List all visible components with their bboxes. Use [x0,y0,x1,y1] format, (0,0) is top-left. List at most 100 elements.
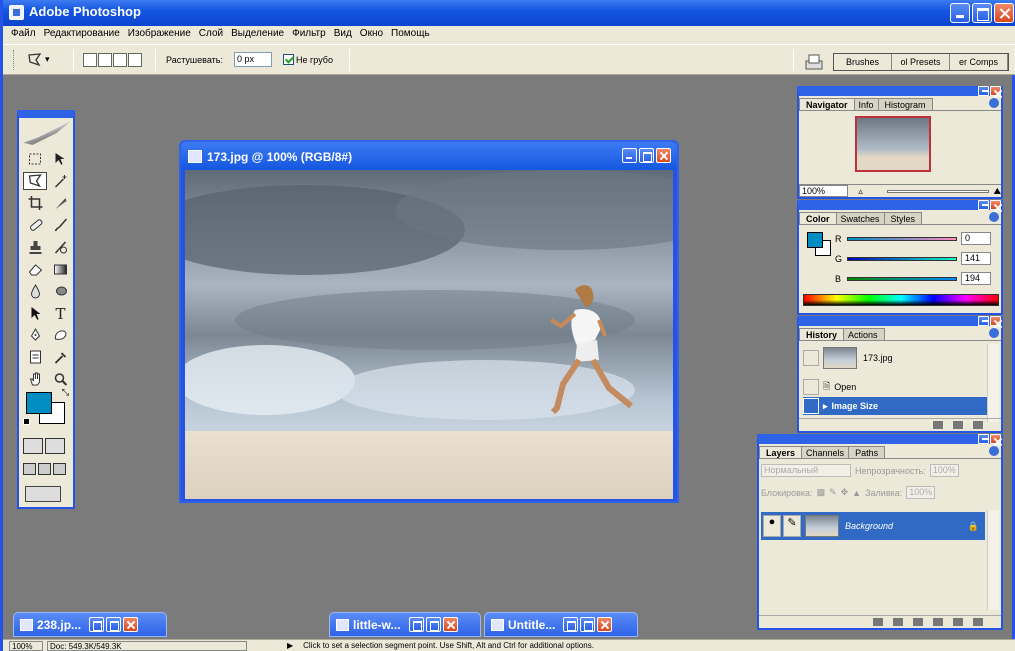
dodge-tool[interactable] [48,282,72,300]
menu-image[interactable]: Изображение [124,28,195,44]
color-spectrum-ramp[interactable] [803,294,999,306]
history-source-box[interactable] [803,398,819,414]
subtract-selection-button[interactable] [113,53,127,67]
document-title-bar[interactable]: 173.jpg @ 100% (RGB/8#) [181,142,677,170]
minimize-button[interactable] [950,3,970,23]
new-document-from-state-icon[interactable] [933,421,943,429]
maximize-button[interactable] [106,617,122,632]
lasso-tool[interactable] [23,172,47,190]
blue-slider[interactable] [847,276,957,281]
opacity-field[interactable]: 100% [929,464,959,477]
type-tool[interactable]: T [48,304,72,322]
color-panel-foreground[interactable] [807,232,823,248]
tab-actions[interactable]: Actions [841,328,885,340]
blur-tool[interactable] [23,282,47,300]
eraser-tool[interactable] [23,260,47,278]
status-menu-arrow-icon[interactable]: ▶ [287,641,293,650]
menu-window[interactable]: Окно [356,28,387,44]
tab-info[interactable]: Info [851,98,881,110]
maximize-button[interactable] [972,3,992,23]
minimized-doc-1[interactable]: 238.jp... [13,612,167,637]
menu-help[interactable]: Помощь [387,28,434,44]
history-scrollbar[interactable] [987,344,999,422]
history-item-image-size[interactable]: ▸ Image Size [803,397,991,415]
magic-wand-tool[interactable] [48,172,72,190]
fill-field[interactable]: 100% [906,486,936,499]
green-slider[interactable] [847,256,957,261]
history-snapshot[interactable]: 173.jpg [803,344,991,372]
full-screen-button[interactable] [53,463,66,475]
red-slider[interactable] [847,236,957,241]
lock-move-icon[interactable]: ✥ [841,487,849,498]
close-button[interactable] [123,617,139,632]
status-doc-size[interactable]: Doc: 549.3K/549.3K [47,640,247,651]
menu-select[interactable]: Выделение [227,28,288,44]
gradient-tool[interactable] [48,260,72,278]
default-colors-icon[interactable] [23,418,30,425]
blend-mode-select[interactable]: Нормальный [761,464,851,477]
maximize-button[interactable] [580,617,596,632]
marquee-tool[interactable] [23,150,47,168]
healing-brush-tool[interactable] [23,216,47,234]
history-menu-icon[interactable] [989,328,999,338]
navigator-zoom-slider[interactable] [886,189,990,193]
minimized-doc-3[interactable]: Untitle... [484,612,638,637]
layers-minimize-button[interactable] [978,434,989,444]
clone-stamp-tool[interactable] [23,238,47,256]
tab-channels[interactable]: Channels [799,446,852,458]
hand-tool[interactable] [23,370,47,388]
menu-edit[interactable]: Редактирование [40,28,124,44]
history-item-open[interactable]: 🗎 Open [803,378,991,396]
history-brush-tool[interactable] [48,238,72,256]
intersect-selection-button[interactable] [128,53,142,67]
layer-style-icon[interactable] [893,618,903,626]
tab-histogram[interactable]: Histogram [877,98,933,110]
shape-tool[interactable] [48,326,72,344]
doc-maximize-button[interactable] [639,148,654,163]
history-minimize-button[interactable] [978,316,989,326]
tab-color[interactable]: Color [799,212,837,224]
trash-icon[interactable] [973,421,983,429]
swap-colors-icon[interactable]: ⤡ [62,388,69,398]
menu-view[interactable]: Вид [330,28,356,44]
menu-file[interactable]: Файл [7,28,40,44]
adjustment-layer-icon[interactable] [933,618,943,626]
pen-tool[interactable] [23,326,47,344]
red-value[interactable]: 0 [961,232,991,245]
antialias-checkbox[interactable] [283,54,294,65]
layers-scrollbar[interactable] [987,510,999,610]
color-close-button[interactable] [990,200,1001,210]
palette-well-icon[interactable] [803,53,825,71]
standard-mode-button[interactable] [23,438,43,454]
well-tab-brushes[interactable]: Brushes [834,54,892,70]
navigator-close-button[interactable] [990,86,1001,96]
path-selection-tool[interactable] [23,304,47,322]
delete-layer-icon[interactable] [973,618,983,626]
well-tab-tool-presets[interactable]: ol Presets [892,54,950,70]
feather-input[interactable]: 0 px [234,52,272,67]
layers-close-button[interactable] [990,434,1001,444]
link-layers-icon[interactable] [873,618,883,626]
jump-to-imageready-button[interactable] [25,486,61,502]
quick-mask-button[interactable] [45,438,65,454]
minimized-doc-2[interactable]: little-w... [329,612,481,637]
zoom-tool[interactable] [48,370,72,388]
restore-button[interactable] [408,617,424,632]
maximize-button[interactable] [425,617,441,632]
navigator-thumbnail[interactable] [855,116,931,172]
tab-paths[interactable]: Paths [848,446,886,458]
snapshot-source-icon[interactable] [803,350,819,366]
navigator-menu-icon[interactable] [989,98,999,108]
move-tool[interactable] [48,150,72,168]
navigator-minimize-button[interactable] [978,86,989,96]
tab-swatches[interactable]: Swatches [833,212,887,224]
color-minimize-button[interactable] [978,200,989,210]
tab-layers[interactable]: Layers [759,446,803,458]
close-button[interactable] [597,617,613,632]
status-zoom[interactable]: 100% [9,640,43,651]
eyedropper-tool[interactable] [48,348,72,366]
layer-row-background[interactable]: ● ✎ Background 🔒 [761,512,985,540]
new-layer-icon[interactable] [953,618,963,626]
close-button[interactable] [442,617,458,632]
color-menu-icon[interactable] [989,212,999,222]
